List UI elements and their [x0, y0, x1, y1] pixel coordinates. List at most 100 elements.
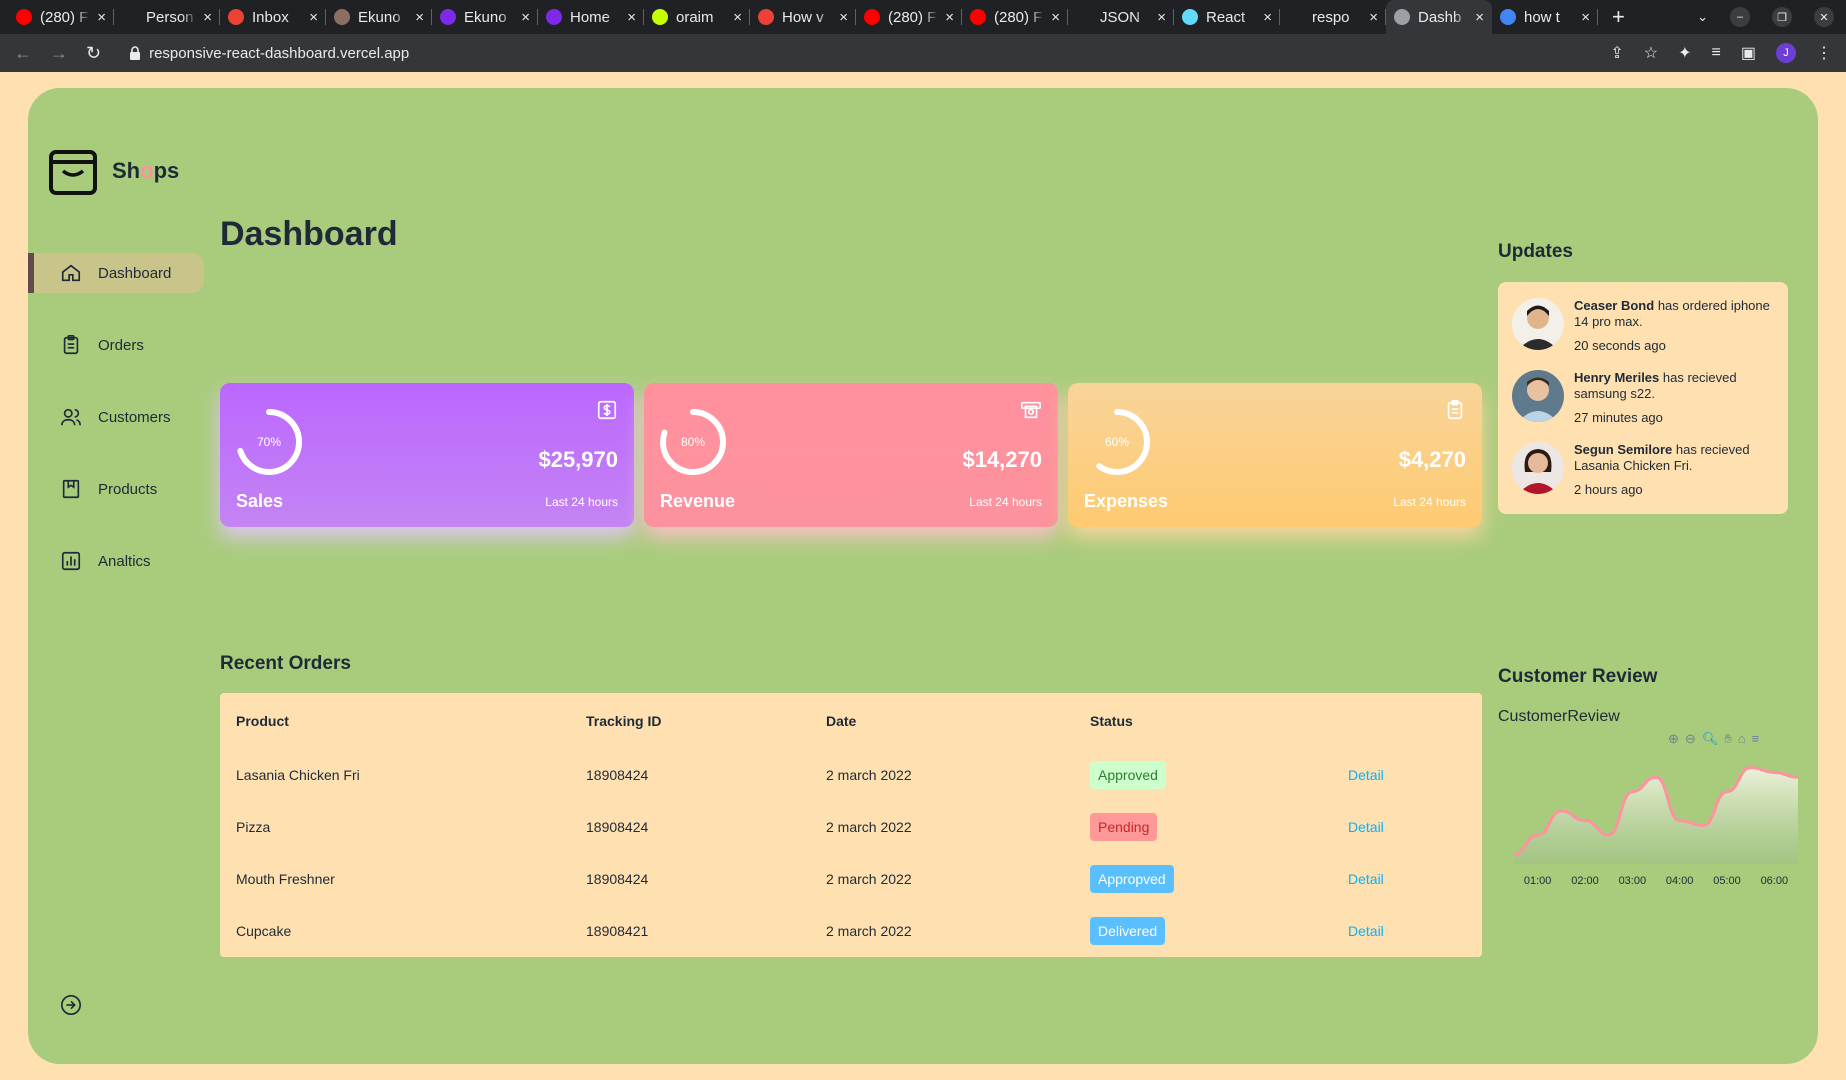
close-tab-icon[interactable]: ×	[1369, 9, 1378, 26]
close-tab-icon[interactable]: ×	[1263, 9, 1272, 26]
menu-kebab-icon[interactable]: ⋮	[1816, 43, 1832, 63]
tab-label: Ekuno	[464, 8, 507, 26]
image-icon	[334, 9, 350, 25]
detail-link[interactable]: Detail	[1348, 923, 1384, 939]
sidebar-item-customers[interactable]: Customers	[28, 397, 204, 437]
column-header-tracking: Tracking ID	[586, 713, 662, 729]
cell-tracking: 18908424	[586, 871, 649, 887]
new-tab-button[interactable]: +	[1612, 4, 1625, 30]
browser-tab[interactable]: JSON ×	[1068, 0, 1174, 34]
browser-tab[interactable]: React ×	[1174, 0, 1280, 34]
clipboard-icon	[1447, 400, 1463, 420]
close-tab-icon[interactable]: ×	[521, 9, 530, 26]
x-tick-label: 02:00	[1571, 875, 1599, 887]
cell-product: Pizza	[236, 819, 271, 835]
browser-tab[interactable]: oraim ×	[644, 0, 750, 34]
sidebar-item-dashboard[interactable]: Dashboard	[28, 253, 204, 293]
profile-avatar[interactable]: J	[1776, 43, 1796, 63]
cell-status: Approved	[1074, 749, 1332, 801]
close-tab-icon[interactable]: ×	[97, 9, 106, 26]
extensions-icon[interactable]: ✦	[1678, 43, 1691, 63]
chart-title: CustomerReview	[1498, 708, 1620, 725]
cell-date: 2 march 2022	[826, 819, 912, 835]
column-header-date: Date	[826, 713, 857, 729]
browser-tab[interactable]: Home ×	[538, 0, 644, 34]
tab-label: Person	[146, 8, 194, 26]
card-sales[interactable]: 70% $25,970 Sales Last 24 hours	[220, 383, 634, 527]
sidebar-item-products[interactable]: Products	[28, 469, 204, 509]
address-bar[interactable]: responsive-react-dashboard.vercel.app	[129, 45, 409, 62]
browser-tab[interactable]: How v ×	[750, 0, 856, 34]
side-panel-icon[interactable]: ▣	[1741, 43, 1756, 63]
table-row: Mouth Freshner 18908424 2 march 2022 App…	[220, 853, 1482, 905]
detail-link[interactable]: Detail	[1348, 767, 1384, 783]
browser-tab[interactable]: Ekuno ×	[432, 0, 538, 34]
close-tab-icon[interactable]: ×	[839, 9, 848, 26]
tab-search-icon[interactable]: ⌄	[1697, 9, 1708, 25]
zoom-select-icon[interactable]: 🔍︎	[1702, 731, 1719, 747]
close-tab-icon[interactable]: ×	[733, 9, 742, 26]
zoom-out-icon[interactable]: ⊖	[1685, 731, 1696, 747]
browser-tab[interactable]: Person ×	[114, 0, 220, 34]
tab-label: respo	[1312, 8, 1350, 26]
share-icon[interactable]: ⇪	[1610, 43, 1623, 63]
sidebar-item-analytics[interactable]: Analtics	[28, 541, 204, 581]
back-icon[interactable]: ←	[14, 43, 32, 64]
bookmark-star-icon[interactable]: ☆	[1644, 43, 1658, 63]
home-icon	[61, 264, 81, 282]
browser-tab[interactable]: (280) F ×	[856, 0, 962, 34]
close-tab-icon[interactable]: ×	[415, 9, 424, 26]
close-window-button[interactable]: ✕	[1814, 7, 1834, 27]
sidebar-item-orders[interactable]: Orders	[28, 325, 204, 365]
lock-icon	[130, 46, 141, 60]
minimize-button[interactable]: –	[1730, 7, 1750, 27]
browser-tab[interactable]: Ekuno ×	[326, 0, 432, 34]
update-name: Segun Semilore	[1574, 442, 1673, 457]
browser-tab[interactable]: how t ×	[1492, 0, 1598, 34]
media-icon[interactable]: ≡	[1712, 44, 1721, 62]
package-icon	[62, 479, 80, 499]
close-tab-icon[interactable]: ×	[1157, 9, 1166, 26]
zoom-in-icon[interactable]: ⊕	[1668, 731, 1679, 747]
update-text: Henry Meriles has recieved samsung s22. …	[1574, 370, 1774, 428]
gmail-icon	[228, 9, 244, 25]
close-tab-icon[interactable]: ×	[945, 9, 954, 26]
pan-icon[interactable]: ✋︎	[1724, 731, 1731, 747]
cell-detail: Detail	[1332, 801, 1482, 853]
customer-review-chart: 01:00 02:00 03:00 04:00 05:00 06:00	[1513, 766, 1799, 887]
cell-date: 2 march 2022	[826, 871, 912, 887]
browser-tab[interactable]: Inbox ×	[220, 0, 326, 34]
card-expenses[interactable]: 60% $4,270 Expenses Last 24 hours	[1068, 383, 1482, 527]
sidebar-item-label: Dashboard	[98, 264, 172, 282]
close-tab-icon[interactable]: ×	[1051, 9, 1060, 26]
close-tab-icon[interactable]: ×	[309, 9, 318, 26]
update-text: Ceaser Bond has ordered iphone 14 pro ma…	[1574, 298, 1774, 356]
card-value: $4,270	[1398, 447, 1466, 472]
close-tab-icon[interactable]: ×	[627, 9, 636, 26]
browser-tab[interactable]: (280) F ×	[8, 0, 114, 34]
browser-tab[interactable]: Dashb ×	[1386, 0, 1492, 34]
card-revenue[interactable]: 80% $14,270 Revenue Last 24 hours	[644, 383, 1058, 527]
google-icon	[1500, 9, 1516, 25]
logo[interactable]: Shops	[48, 146, 179, 196]
canva-icon	[440, 9, 456, 25]
update-name: Henry Meriles	[1574, 370, 1660, 385]
card-title: Sales	[236, 491, 284, 511]
detail-link[interactable]: Detail	[1348, 871, 1384, 887]
browser-tab[interactable]: respo ×	[1280, 0, 1386, 34]
sidebar-item-label: Products	[98, 480, 158, 498]
restore-button[interactable]: ❐	[1772, 7, 1792, 27]
chart-menu-icon[interactable]: ≡	[1752, 731, 1760, 747]
detail-link[interactable]: Detail	[1348, 819, 1384, 835]
area-fill	[1514, 767, 1798, 864]
close-tab-icon[interactable]: ×	[1475, 9, 1484, 26]
orders-table: Product Tracking ID Date Status Lasania …	[220, 693, 1482, 957]
browser-tab[interactable]: (280) F ×	[962, 0, 1068, 34]
close-tab-icon[interactable]: ×	[1581, 9, 1590, 26]
reload-icon[interactable]: ↻	[86, 43, 101, 64]
reset-home-icon[interactable]: ⌂	[1738, 731, 1746, 747]
youtube-icon	[970, 9, 986, 25]
close-tab-icon[interactable]: ×	[203, 9, 212, 26]
sign-out-icon[interactable]	[60, 994, 82, 1016]
forward-icon[interactable]: →	[50, 43, 68, 64]
